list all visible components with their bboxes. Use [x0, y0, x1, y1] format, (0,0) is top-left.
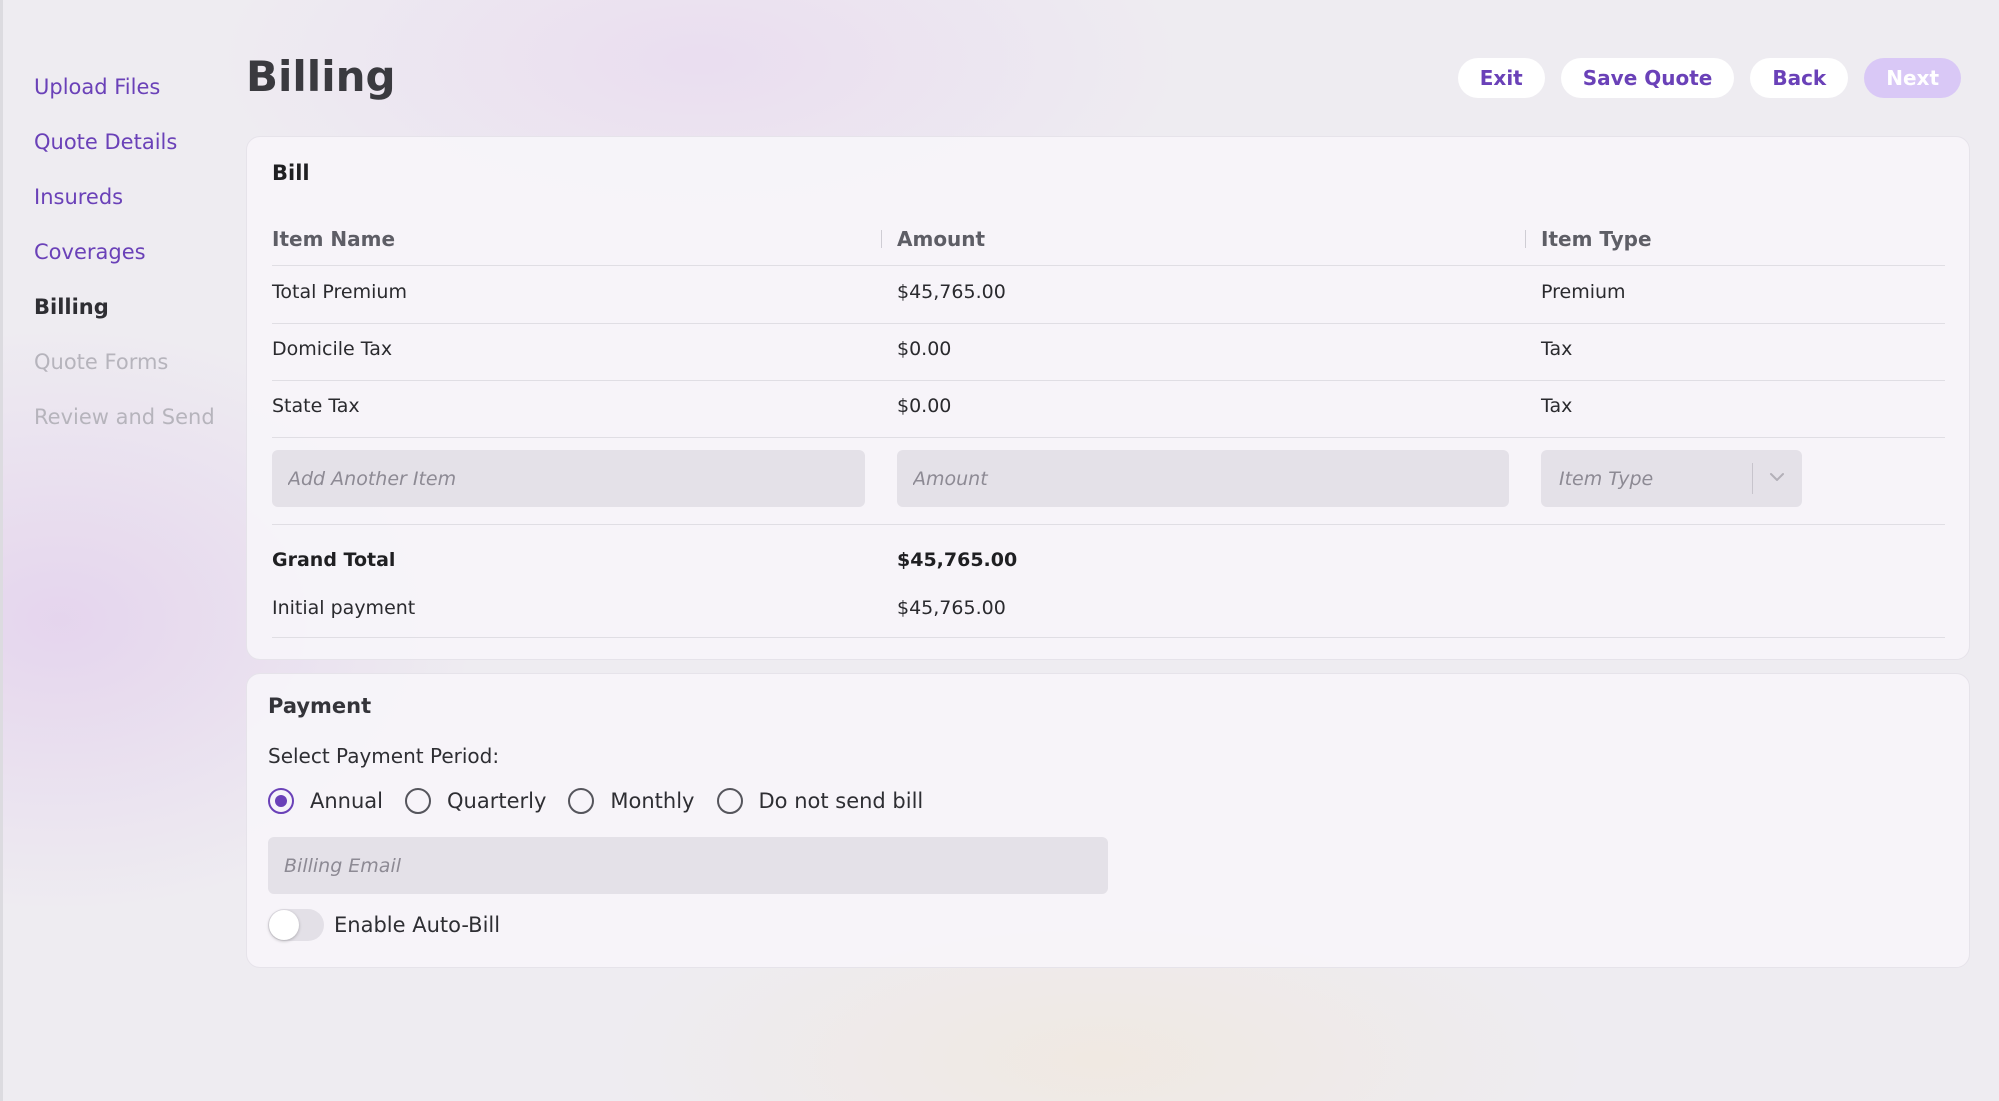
row-divider [272, 323, 1945, 324]
radio-unchecked-icon[interactable] [716, 788, 743, 814]
auto-bill-toggle-row[interactable]: Enable Auto-Bill [268, 909, 500, 941]
bill-card: Bill Item Name Amount Item Type Total Pr… [246, 136, 1970, 660]
payment-title: Payment [268, 694, 372, 718]
row-1-item-type: Premium [1541, 281, 1626, 303]
radio-quarterly[interactable]: Quarterly [405, 788, 546, 814]
row-3-item-name: State Tax [272, 395, 360, 417]
new-item-amount-input[interactable] [897, 450, 1509, 507]
row-1-item-name: Total Premium [272, 281, 407, 303]
sidebar-item-quote-details[interactable]: Quote Details [34, 121, 215, 176]
page-title: Billing [246, 52, 396, 101]
totals-divider [272, 637, 1945, 638]
radio-unchecked-icon[interactable] [568, 788, 595, 814]
row-divider [272, 524, 1945, 525]
save-quote-button[interactable]: Save Quote [1560, 58, 1735, 98]
header-divider [272, 265, 1945, 266]
row-2-item-name: Domicile Tax [272, 338, 393, 360]
row-3-item-type: Tax [1541, 395, 1573, 417]
header-actions: Exit Save Quote Back Next [1457, 58, 1961, 98]
radio-monthly-label: Monthly [610, 789, 695, 813]
initial-payment-value: $45,765.00 [897, 597, 1006, 619]
auto-bill-label: Enable Auto-Bill [334, 913, 501, 937]
column-divider [881, 230, 882, 248]
radio-unchecked-icon[interactable] [405, 788, 431, 814]
billing-email-input[interactable] [268, 837, 1108, 894]
next-button[interactable]: Next [1864, 58, 1961, 98]
payment-period-radio-group: Annual Quarterly Monthly Do not send bil… [268, 788, 945, 814]
sidebar-item-upload-files[interactable]: Upload Files [34, 66, 215, 121]
chevron-down-icon[interactable] [1764, 464, 1790, 490]
sidebar-item-billing[interactable]: Billing [34, 286, 215, 341]
sidebar-item-coverages[interactable]: Coverages [34, 231, 215, 286]
select-divider [1752, 463, 1753, 494]
radio-checked-icon[interactable] [268, 788, 294, 814]
window-edge [0, 0, 3, 1101]
auto-bill-toggle[interactable] [268, 909, 324, 941]
radio-monthly[interactable]: Monthly [568, 788, 695, 814]
column-divider [1525, 230, 1526, 248]
row-divider [272, 437, 1945, 438]
toggle-knob [269, 910, 299, 940]
bill-title: Bill [272, 161, 310, 185]
row-2-amount: $0.00 [897, 338, 952, 360]
radio-do-not-send-bill[interactable]: Do not send bill [716, 788, 924, 814]
back-button[interactable]: Back [1750, 58, 1849, 98]
radio-do-not-send-bill-label: Do not send bill [758, 789, 924, 813]
row-1-amount: $45,765.00 [897, 281, 1006, 303]
sidebar-nav: Upload Files Quote Details Insureds Cove… [34, 66, 215, 451]
radio-annual[interactable]: Annual [268, 788, 383, 814]
column-header-item-type: Item Type [1541, 227, 1652, 251]
radio-annual-label: Annual [310, 789, 383, 813]
payment-card: Payment Select Payment Period: Annual Qu… [246, 673, 1970, 968]
new-item-name-input[interactable] [272, 450, 865, 507]
row-divider [272, 380, 1945, 381]
exit-button[interactable]: Exit [1457, 58, 1545, 98]
initial-payment-label: Initial payment [272, 597, 416, 619]
new-item-type-select[interactable]: Item Type [1541, 450, 1802, 507]
sidebar-item-quote-forms: Quote Forms [34, 350, 169, 374]
item-type-placeholder: Item Type [1559, 468, 1654, 490]
sidebar-item-insureds[interactable]: Insureds [34, 176, 215, 231]
row-3-amount: $0.00 [897, 395, 952, 417]
sidebar-item-review-and-send: Review and Send [34, 405, 215, 429]
row-2-item-type: Tax [1541, 338, 1573, 360]
grand-total-value: $45,765.00 [897, 549, 1018, 571]
radio-quarterly-label: Quarterly [447, 789, 547, 813]
payment-period-label: Select Payment Period: [268, 744, 500, 768]
grand-total-label: Grand Total [272, 549, 396, 571]
column-header-item-name: Item Name [272, 227, 396, 251]
column-header-amount: Amount [897, 227, 986, 251]
